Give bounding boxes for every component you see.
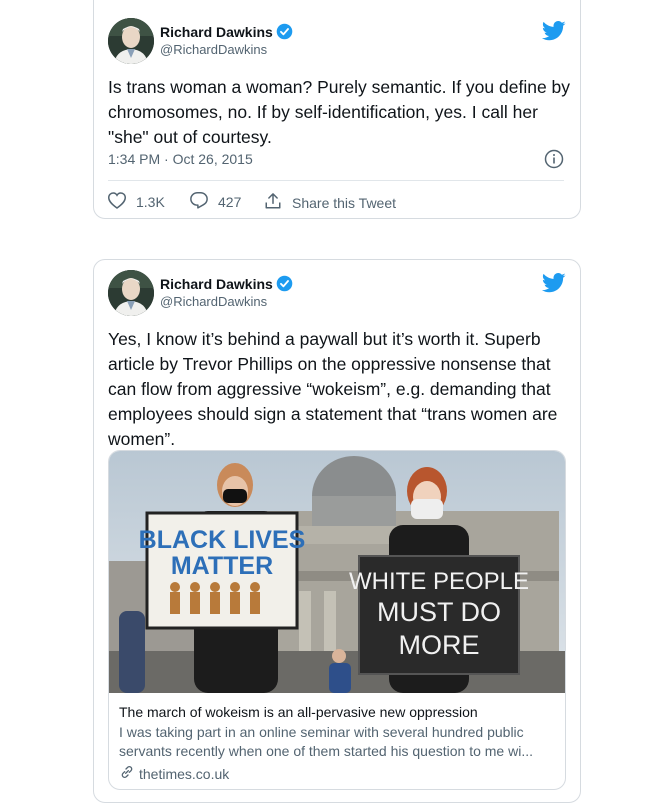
- right-sign-text-line1: WHITE PEOPLE: [349, 568, 529, 595]
- tweet-text: Yes, I know it’s behind a paywall but it…: [108, 329, 558, 449]
- share-button[interactable]: Share this Tweet: [264, 192, 396, 213]
- tweet-timestamp[interactable]: 1:34 PM · Oct 26, 2015: [108, 151, 253, 167]
- share-label: Share this Tweet: [292, 194, 397, 211]
- reply-count: 427: [218, 194, 242, 210]
- heart-icon: [107, 192, 136, 212]
- link-preview-image[interactable]: BLACK LIVES MATTER WHITE PEOPLE MUST DO: [109, 451, 565, 693]
- info-icon[interactable]: [544, 149, 564, 172]
- like-button[interactable]: 1.3K: [107, 192, 165, 212]
- verified-badge-icon: [276, 23, 293, 43]
- link-title[interactable]: The march of wokeism is an all-pervasive…: [119, 703, 559, 722]
- avatar[interactable]: [108, 270, 154, 316]
- link-icon: [119, 764, 139, 785]
- link-domain: thetimes.co.uk: [139, 766, 230, 782]
- left-sign-text-line1: BLACK LIVES: [139, 526, 306, 554]
- tweet-text: Is trans woman a woman? Purely semantic.…: [108, 77, 571, 147]
- author-name[interactable]: Richard Dawkins: [160, 275, 293, 295]
- tweet-card[interactable]: Richard Dawkins @RichardDawkins Yes, I k…: [93, 259, 581, 803]
- link-preview-card[interactable]: BLACK LIVES MATTER WHITE PEOPLE MUST DO: [108, 450, 566, 790]
- share-icon: [264, 192, 292, 213]
- tweet-meta-row: 1:34 PM · Oct 26, 2015: [108, 149, 564, 171]
- author-handle[interactable]: @RichardDawkins: [160, 42, 267, 57]
- left-sign-text-line2: MATTER: [171, 552, 273, 580]
- twitter-bird-icon[interactable]: [541, 273, 566, 298]
- link-description: I was taking part in an online seminar w…: [119, 724, 533, 759]
- divider: [108, 180, 564, 181]
- right-sign-text-line3: MORE: [399, 630, 480, 660]
- verified-badge-icon: [276, 275, 293, 295]
- tweet-actions: 1.3K 427 Share this Tweet: [107, 192, 564, 216]
- like-count: 1.3K: [136, 194, 165, 210]
- avatar[interactable]: [108, 18, 154, 64]
- author-name[interactable]: Richard Dawkins: [160, 23, 293, 43]
- right-sign-text-line2: MUST DO: [377, 597, 501, 627]
- reply-icon: [190, 192, 218, 212]
- reply-button[interactable]: 427: [190, 192, 241, 212]
- author-handle[interactable]: @RichardDawkins: [160, 294, 267, 309]
- link-domain-row[interactable]: thetimes.co.uk: [119, 764, 559, 785]
- twitter-bird-icon[interactable]: [541, 21, 566, 46]
- tweet-card[interactable]: Richard Dawkins @RichardDawkins Is trans…: [93, 0, 581, 219]
